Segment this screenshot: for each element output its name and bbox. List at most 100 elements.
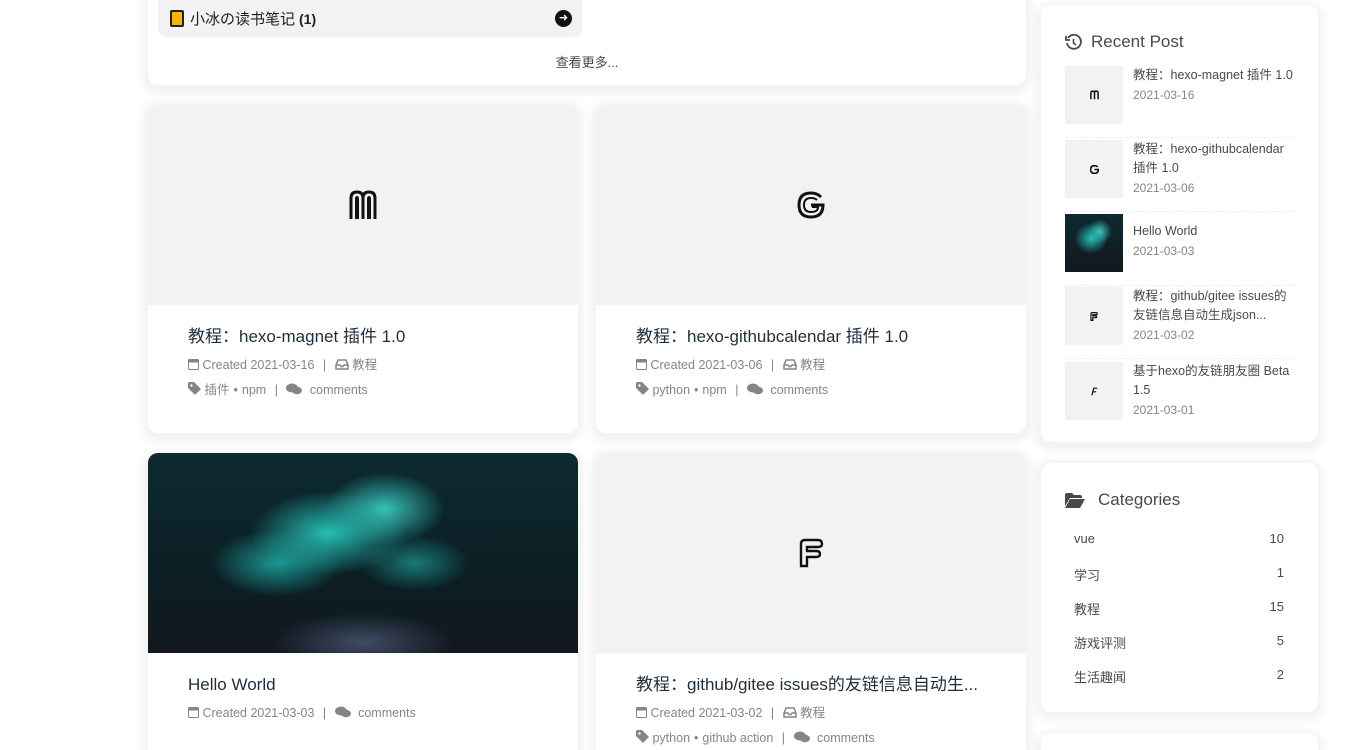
- category-item[interactable]: 生活趣闻 2: [1074, 667, 1284, 686]
- recent-post-date: 2021-03-06: [1133, 181, 1195, 195]
- folder-open-icon: [1065, 492, 1085, 508]
- tag-icon: [188, 382, 201, 395]
- post-card[interactable]: Hello World Created 2021-03-03 | comment…: [148, 453, 578, 750]
- category-item[interactable]: 游戏评测 5: [1074, 633, 1284, 652]
- post-tag[interactable]: python: [652, 731, 690, 745]
- created-label: Created: [202, 706, 247, 720]
- post-title[interactable]: 教程：github/gitee issues的友链信息自动生...: [636, 673, 986, 697]
- categories-title: Categories: [1098, 490, 1181, 509]
- category-item[interactable]: 教程 15: [1074, 599, 1284, 618]
- douban-card: 小冰の读书笔记 (1) ➜ 查看更多...: [148, 0, 1026, 85]
- comments-icon: [334, 706, 351, 718]
- feather-logo-icon: [1091, 387, 1098, 396]
- categories-card: Categories vue 10 学习 1 教程 15 游戏评测 5 生活趣闻…: [1041, 463, 1318, 712]
- post-meta-tags: python • github action | comments: [636, 730, 986, 747]
- post-category[interactable]: 教程: [800, 358, 825, 372]
- tag-icon: [636, 382, 649, 395]
- calendar-icon: [188, 359, 199, 370]
- meta-separator: |: [735, 383, 739, 397]
- tag-dot: •: [694, 383, 699, 397]
- recent-post-thumb[interactable]: [1065, 287, 1123, 345]
- post-tag[interactable]: npm: [242, 383, 266, 397]
- recent-post-title[interactable]: 教程：hexo-magnet 插件 1.0: [1133, 66, 1295, 85]
- category-count: 15: [1269, 599, 1284, 614]
- post-category[interactable]: 教程: [800, 706, 825, 720]
- recent-post-item[interactable]: 基于hexo的友链朋友圈 Beta1.5 2021-03-01: [1065, 362, 1295, 428]
- recent-post-thumb[interactable]: [1065, 362, 1123, 420]
- next-aside-card: [1041, 733, 1318, 750]
- category-count: 10: [1269, 531, 1284, 546]
- post-comments[interactable]: comments: [358, 706, 416, 720]
- view-more-link[interactable]: 查看更多...: [148, 52, 1026, 71]
- meta-separator: |: [770, 358, 775, 372]
- post-comments[interactable]: comments: [770, 383, 828, 397]
- inbox-icon: [334, 359, 349, 370]
- post-cover[interactable]: [148, 105, 578, 305]
- post-tag[interactable]: 插件: [204, 383, 229, 397]
- recent-post-title[interactable]: 基于hexo的友链朋友圈 Beta1.5: [1133, 362, 1295, 400]
- post-card[interactable]: 教程：github/gitee issues的友链信息自动生... Create…: [596, 453, 1026, 750]
- post-date: 2021-03-16: [250, 358, 315, 372]
- recent-post-title[interactable]: Hello World: [1133, 222, 1295, 241]
- post-meta-date: Created 2021-03-03 | comments: [188, 705, 538, 722]
- post-cover[interactable]: [596, 453, 1026, 653]
- post-date: 2021-03-02: [698, 706, 763, 720]
- post-comments[interactable]: comments: [310, 383, 368, 397]
- book-shelf-count: (1): [299, 10, 317, 27]
- recent-post-item[interactable]: 教程：github/gitee issues的友链信息自动生成json... 2…: [1065, 287, 1295, 359]
- comments-icon: [286, 383, 303, 395]
- post-date: 2021-03-03: [250, 706, 315, 720]
- smoke-photo[interactable]: [148, 453, 578, 653]
- category-item[interactable]: vue 10: [1074, 531, 1284, 546]
- categories-heading: Categories: [1065, 490, 1180, 510]
- post-comments[interactable]: comments: [817, 731, 875, 745]
- category-name[interactable]: 教程: [1074, 599, 1100, 618]
- recent-post-item[interactable]: Hello World 2021-03-03: [1065, 214, 1295, 286]
- book-shelf-label: 小冰の读书笔记: [190, 11, 296, 28]
- calendar-icon: [636, 707, 647, 718]
- category-name[interactable]: 生活趣闻: [1074, 667, 1126, 686]
- arrow-right-circle-icon[interactable]: ➜: [555, 10, 572, 27]
- recent-post-title[interactable]: 教程：github/gitee issues的友链信息自动生成json...: [1133, 287, 1295, 325]
- g-logo-icon: [797, 191, 825, 219]
- post-meta-date: Created 2021-03-06 | 教程: [636, 357, 986, 374]
- post-card[interactable]: 教程：hexo-githubcalendar 插件 1.0 Created 20…: [596, 105, 1026, 433]
- post-tag[interactable]: python: [652, 383, 690, 397]
- recent-post-title[interactable]: 教程：hexo-githubcalendar 插件 1.0: [1133, 140, 1295, 178]
- calendar-icon: [188, 707, 199, 718]
- meta-separator: |: [322, 358, 327, 372]
- inbox-icon: [782, 707, 797, 718]
- category-name[interactable]: 学习: [1074, 565, 1100, 584]
- category-name[interactable]: 游戏评测: [1074, 633, 1126, 652]
- recent-post-thumb[interactable]: [1065, 140, 1123, 198]
- recent-post-thumb[interactable]: [1065, 66, 1123, 124]
- post-title[interactable]: Hello World: [188, 673, 538, 697]
- post-meta-date: Created 2021-03-02 | 教程: [636, 705, 986, 722]
- recent-post-date: 2021-03-02: [1133, 328, 1195, 342]
- post-meta-date: Created 2021-03-16 | 教程: [188, 357, 538, 374]
- post-cover[interactable]: [596, 105, 1026, 305]
- post-tag[interactable]: github action: [702, 731, 773, 745]
- history-icon: [1065, 33, 1082, 50]
- created-label: Created: [650, 358, 695, 372]
- post-card[interactable]: 教程：hexo-magnet 插件 1.0 Created 2021-03-16…: [148, 105, 578, 433]
- book-shelf-item[interactable]: 小冰の读书笔记 (1) ➜: [158, 0, 582, 37]
- post-meta-tags: python • npm | comments: [636, 382, 986, 399]
- f-logo-icon: [799, 538, 824, 568]
- category-name[interactable]: vue: [1074, 531, 1095, 546]
- recent-post-item[interactable]: 教程：hexo-magnet 插件 1.0 2021-03-16: [1065, 66, 1295, 138]
- tag-dot: •: [233, 383, 238, 397]
- magnet-logo-icon: [349, 190, 377, 219]
- tag-dot: •: [694, 731, 699, 745]
- post-meta-tags: 插件 • npm | comments: [188, 382, 538, 399]
- comments-icon: [746, 383, 763, 395]
- magnet-logo-icon: [1089, 90, 1099, 100]
- post-category[interactable]: 教程: [352, 358, 377, 372]
- post-title[interactable]: 教程：hexo-githubcalendar 插件 1.0: [636, 325, 986, 349]
- post-tag[interactable]: npm: [702, 383, 726, 397]
- smoke-photo-thumb[interactable]: [1065, 214, 1123, 272]
- post-title[interactable]: 教程：hexo-magnet 插件 1.0: [188, 325, 538, 349]
- recent-post-item[interactable]: 教程：hexo-githubcalendar 插件 1.0 2021-03-06: [1065, 140, 1295, 212]
- category-item[interactable]: 学习 1: [1074, 565, 1284, 584]
- calendar-icon: [636, 359, 647, 370]
